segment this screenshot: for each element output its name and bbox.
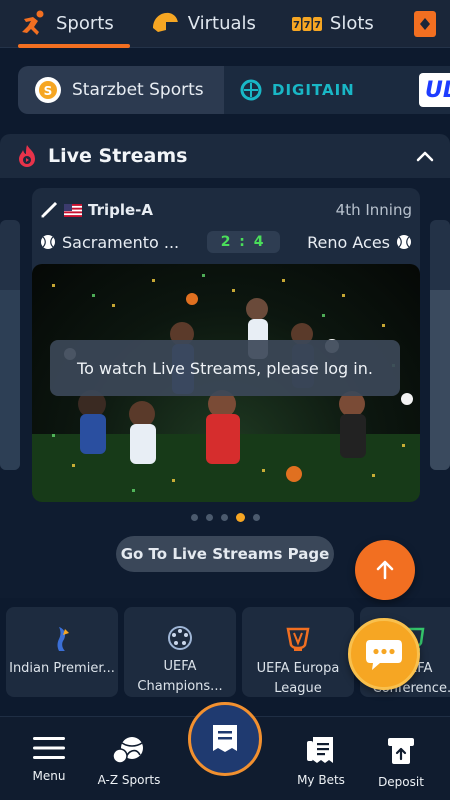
provider-digitain[interactable]: DIGITAIN [224, 66, 419, 114]
provider-starzbet[interactable]: S Starzbet Sports [18, 66, 224, 114]
svg-text:7: 7 [314, 20, 321, 31]
baseball-icon [396, 234, 412, 250]
runner-icon [18, 10, 48, 38]
match-score: 2 : 4 [206, 231, 280, 253]
tab-slots-label: Slots [329, 13, 374, 34]
carousel-pagination [0, 513, 450, 522]
competition-europa-league[interactable]: UEFA Europa League [242, 607, 354, 697]
baseball-bat-icon [40, 201, 58, 219]
nav-deposit[interactable]: Deposit [356, 735, 446, 789]
provider-ul-label: UL [425, 77, 450, 103]
hamburger-menu-icon [33, 735, 65, 761]
competition-champions-league[interactable]: UEFA Champions... [124, 607, 236, 697]
next-stream-card[interactable] [430, 220, 450, 470]
provider-ul[interactable]: UL [419, 73, 450, 107]
stream-card[interactable]: Triple-A 4th Inning Sacramento ... 2 : 4… [32, 188, 420, 502]
nav-my-bets-label: My Bets [297, 773, 345, 787]
carousel-dot[interactable] [190, 514, 198, 521]
chat-bubble-icon [364, 636, 404, 672]
baseball-icon [40, 234, 56, 250]
svg-text:S: S [44, 84, 53, 98]
helmet-icon [150, 10, 180, 38]
slots-777-icon: 7 7 7 [291, 14, 322, 34]
home-team: Sacramento ... [62, 232, 180, 252]
deposit-icon [385, 735, 417, 767]
us-flag-icon [64, 203, 82, 217]
live-streams-title: Live Streams [48, 145, 188, 167]
live-chat-button[interactable] [348, 618, 420, 690]
nav-menu-label: Menu [32, 769, 66, 783]
sports-balls-icon [112, 735, 146, 765]
carousel-dot[interactable] [220, 514, 228, 521]
europa-league-icon [285, 625, 311, 653]
competition-champions-league-label: UEFA Champions... [137, 659, 223, 694]
carousel-dot[interactable] [252, 514, 260, 521]
betslip-icon [210, 723, 240, 755]
digitain-logo-icon [240, 79, 262, 101]
competition-ipl-label: Indian Premier... [9, 661, 115, 676]
tab-virtuals[interactable]: Virtuals [132, 0, 274, 48]
nav-menu[interactable]: Menu [4, 735, 94, 783]
competition-europa-league-label: UEFA Europa League [256, 661, 340, 696]
provider-starzbet-label: Starzbet Sports [72, 80, 204, 100]
nav-my-bets[interactable]: My Bets [276, 735, 366, 787]
go-to-live-streams-button[interactable]: Go To Live Streams Page [116, 536, 334, 572]
tab-casino[interactable] [392, 0, 450, 48]
carousel-dot-active[interactable] [235, 513, 245, 522]
competition-ipl[interactable]: Indian Premier... [6, 607, 118, 697]
nav-az-sports-label: A-Z Sports [97, 773, 161, 787]
scroll-to-top-button[interactable] [355, 540, 415, 600]
svg-text:7: 7 [303, 20, 310, 31]
away-team: Reno Aces [307, 232, 390, 252]
previous-stream-card[interactable] [0, 220, 20, 470]
arrow-up-icon [373, 558, 397, 582]
starzbet-logo-icon: S [34, 76, 62, 104]
tab-sports[interactable]: Sports [0, 0, 132, 48]
tab-virtuals-label: Virtuals [187, 13, 256, 34]
provider-selector: S Starzbet Sports DIGITAIN UL [18, 66, 450, 114]
nav-az-sports[interactable]: A-Z Sports [84, 735, 174, 787]
cards-icon [410, 9, 440, 39]
match-period: 4th Inning [335, 201, 412, 219]
stream-preview-image[interactable]: To watch Live Streams, please log in. [32, 264, 420, 502]
svg-text:7: 7 [293, 20, 300, 31]
ipl-icon [51, 625, 73, 653]
receipt-icon [305, 735, 337, 765]
live-streams-header[interactable]: Live Streams [0, 134, 450, 178]
login-required-message: To watch Live Streams, please log in. [50, 340, 400, 396]
live-stream-icon [16, 144, 38, 168]
nav-deposit-label: Deposit [378, 775, 424, 789]
chevron-up-icon[interactable] [416, 150, 434, 162]
tab-sports-label: Sports [56, 13, 114, 34]
live-streams-carousel[interactable]: Triple-A 4th Inning Sacramento ... 2 : 4… [0, 178, 450, 598]
top-navigation: Sports Virtuals 7 7 7 Slots [0, 0, 450, 48]
carousel-dot[interactable] [205, 514, 213, 521]
tab-slots[interactable]: 7 7 7 Slots [274, 0, 392, 48]
betslip-button[interactable] [188, 702, 262, 776]
champions-league-icon [167, 625, 193, 651]
provider-digitain-label: DIGITAIN [272, 81, 355, 99]
league-name: Triple-A [88, 201, 154, 219]
